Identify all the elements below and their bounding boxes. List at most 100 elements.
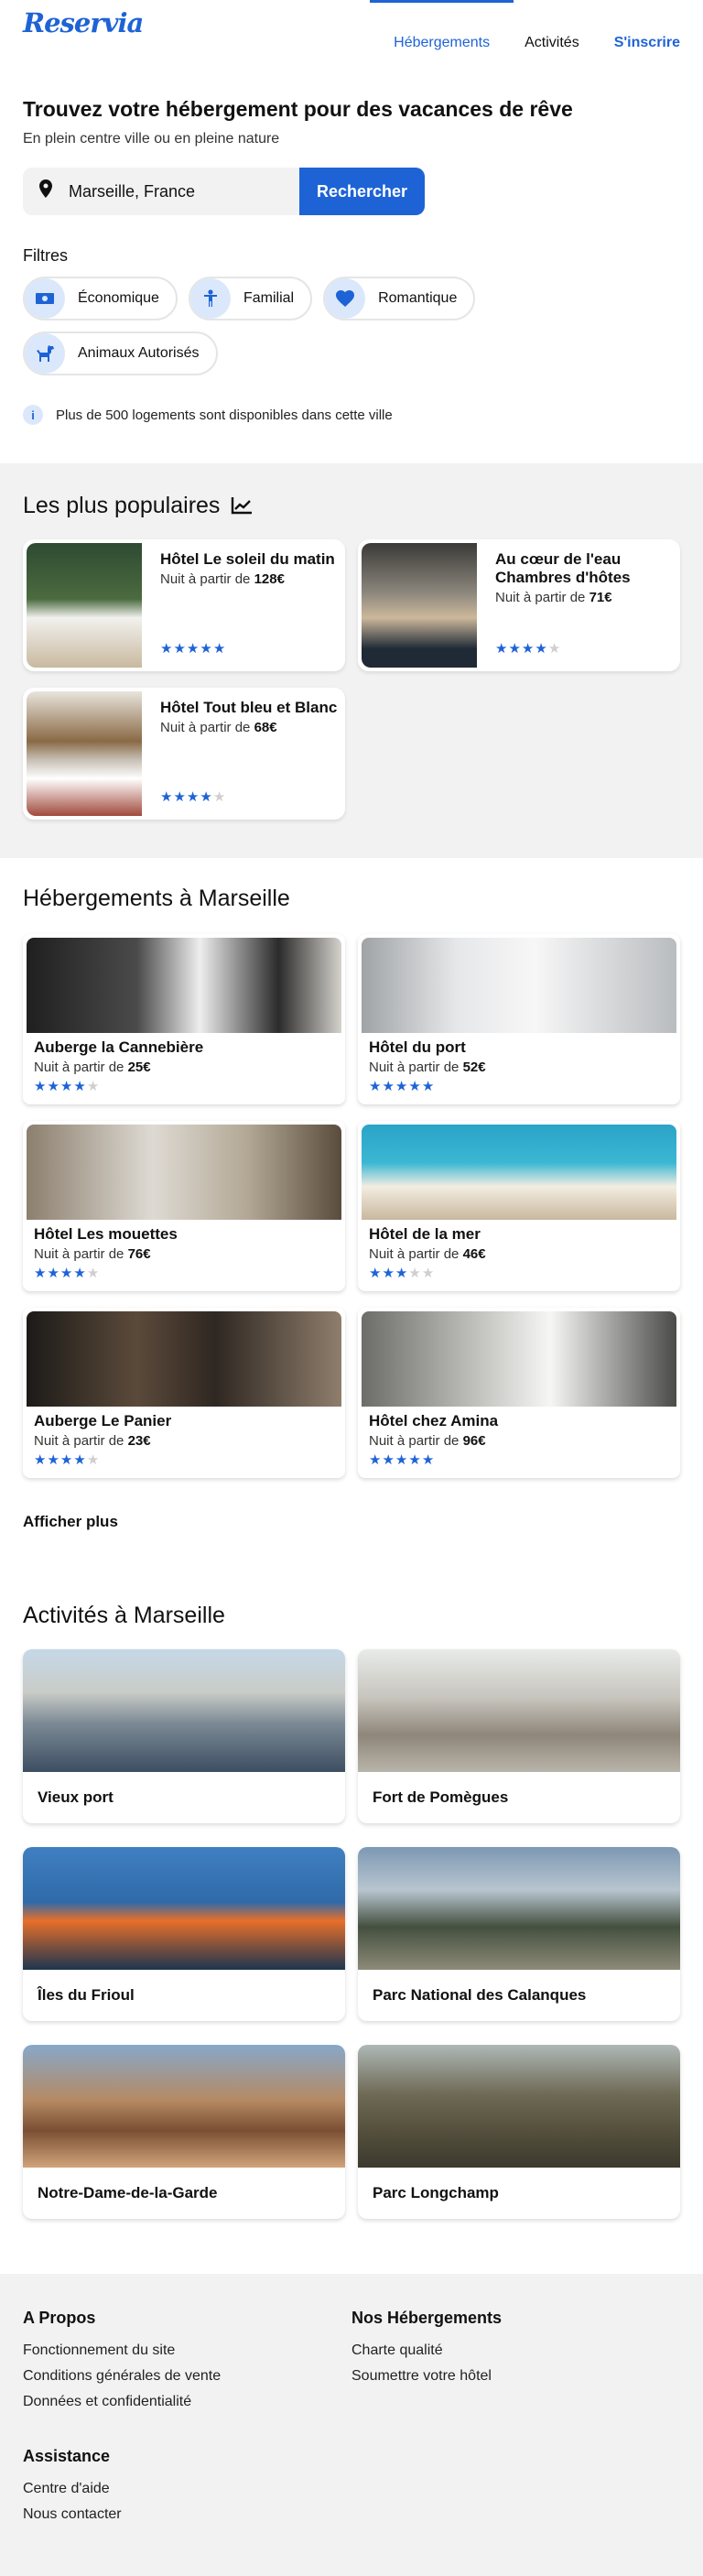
filter-economique[interactable]: Économique	[23, 277, 178, 321]
star-filled-icon: ★	[408, 1079, 422, 1094]
hotel-image	[362, 543, 477, 668]
star-filled-icon: ★	[186, 789, 200, 805]
activity-card[interactable]: Notre-Dame-de-la-Garde	[23, 2045, 345, 2219]
star-empty-icon: ★	[86, 1079, 101, 1094]
activity-card[interactable]: Parc National des Calanques	[358, 1847, 680, 2021]
nav-hebergements[interactable]: Hébergements	[370, 0, 514, 88]
rating-stars: ★★★★★	[160, 788, 226, 805]
rating-stars: ★★★★★	[369, 1265, 676, 1281]
footer-link[interactable]: Données et confidentialité	[23, 2394, 352, 2410]
nav-signup[interactable]: S'inscrire	[614, 0, 680, 88]
popular-card[interactable]: Au cœur de l'eau Chambres d'hôtes Nuit à…	[358, 539, 680, 671]
activity-name: Vieux port	[38, 1788, 114, 1806]
filter-label: Romantique	[378, 290, 458, 306]
lodgings-section: Hébergements à Marseille Auberge la Cann…	[0, 858, 703, 1549]
rating-stars: ★★★★★	[34, 1078, 341, 1094]
hotel-price: Nuit à partir de 71€	[495, 590, 612, 605]
star-filled-icon: ★	[173, 641, 187, 657]
logo[interactable]: Reservia	[23, 7, 144, 38]
lodging-card[interactable]: Hôtel chez Amina Nuit à partir de 96€ ★★…	[358, 1308, 680, 1478]
filter-label: Économique	[78, 290, 159, 306]
activity-card[interactable]: Parc Longchamp	[358, 2045, 680, 2219]
rating-stars: ★★★★★	[495, 640, 561, 657]
lodging-name: Auberge Le Panier	[34, 1412, 172, 1429]
star-empty-icon: ★	[212, 789, 227, 805]
star-filled-icon: ★	[73, 1079, 87, 1094]
activity-name: Parc National des Calanques	[373, 1986, 587, 2004]
location-pin-icon	[23, 179, 69, 203]
footer-link[interactable]: Soumettre votre hôtel	[352, 2368, 680, 2385]
activities-section: Activités à Marseille Vieux port Fort de…	[0, 1549, 703, 2274]
lodging-card[interactable]: Auberge Le Panier Nuit à partir de 23€ ★…	[23, 1308, 345, 1478]
footer-heading: A Propos	[23, 2309, 96, 2327]
activity-card[interactable]: Fort de Pomègues	[358, 1649, 680, 1823]
filter-familial[interactable]: Familial	[188, 277, 313, 321]
lodging-name: Auberge la Cannebière	[34, 1038, 204, 1056]
star-empty-icon: ★	[86, 1266, 101, 1281]
hotel-image	[27, 691, 142, 816]
hotel-price: Nuit à partir de 128€	[160, 571, 285, 587]
footer-link[interactable]: Nous contacter	[23, 2506, 375, 2523]
hotel-price: Nuit à partir de 68€	[160, 720, 277, 735]
footer-link[interactable]: Charte qualité	[352, 2342, 680, 2359]
activity-image	[358, 1649, 680, 1772]
popular-card[interactable]: Hôtel Le soleil du matin Nuit à partir d…	[23, 539, 345, 671]
rating-stars: ★★★★★	[160, 640, 226, 657]
star-filled-icon: ★	[34, 1452, 48, 1468]
lodging-card[interactable]: Hôtel Les mouettes Nuit à partir de 76€ …	[23, 1121, 345, 1291]
star-filled-icon: ★	[47, 1266, 60, 1281]
activity-name: Parc Longchamp	[373, 2184, 499, 2201]
rating-stars: ★★★★★	[34, 1451, 341, 1468]
money-icon	[25, 278, 65, 319]
filter-romantique[interactable]: Romantique	[323, 277, 476, 321]
activity-name: Fort de Pomègues	[373, 1788, 509, 1806]
rating-stars: ★★★★★	[34, 1265, 341, 1281]
filters-title: Filtres	[23, 246, 68, 265]
filter-animaux[interactable]: Animaux Autorisés	[23, 332, 218, 375]
star-empty-icon: ★	[547, 641, 562, 657]
hotel-name: Hôtel Le soleil du matin	[160, 550, 335, 568]
activity-name: Notre-Dame-de-la-Garde	[38, 2184, 218, 2201]
star-filled-icon: ★	[408, 1452, 422, 1468]
footer-link[interactable]: Centre d'aide	[23, 2481, 375, 2497]
search-input[interactable]	[69, 181, 279, 201]
search-field[interactable]	[23, 168, 299, 215]
site-header: Reservia Hébergements Activités S'inscri…	[0, 0, 703, 88]
star-filled-icon: ★	[200, 789, 213, 805]
lodging-card[interactable]: Auberge la Cannebière Nuit à partir de 2…	[23, 934, 345, 1104]
footer-heading: Assistance	[23, 2447, 111, 2465]
star-filled-icon: ★	[395, 1079, 409, 1094]
star-filled-icon: ★	[47, 1452, 60, 1468]
popular-title: Les plus populaires	[23, 493, 680, 519]
popular-card[interactable]: Hôtel Tout bleu et Blanc Nuit à partir d…	[23, 688, 345, 820]
info-icon: i	[23, 405, 43, 425]
nav-activites[interactable]: Activités	[525, 0, 579, 88]
search-button[interactable]: Rechercher	[299, 168, 425, 215]
star-filled-icon: ★	[73, 1266, 87, 1281]
star-filled-icon: ★	[495, 641, 509, 657]
activity-card[interactable]: Vieux port	[23, 1649, 345, 1823]
lodging-image	[27, 938, 341, 1033]
availability-info: i Plus de 500 logements sont disponibles…	[23, 405, 680, 425]
star-filled-icon: ★	[382, 1452, 395, 1468]
star-filled-icon: ★	[535, 641, 548, 657]
star-filled-icon: ★	[160, 641, 174, 657]
lodging-name: Hôtel du port	[369, 1038, 466, 1056]
show-more-link[interactable]: Afficher plus	[23, 1513, 680, 1531]
footer-link[interactable]: Fonctionnement du site	[23, 2342, 352, 2359]
footer-heading: Nos Hébergements	[352, 2309, 503, 2327]
activity-card[interactable]: Îles du Frioul	[23, 1847, 345, 2021]
activity-image	[23, 2045, 345, 2168]
hotel-image	[27, 543, 142, 668]
lodging-card[interactable]: Hôtel du port Nuit à partir de 52€ ★★★★★	[358, 934, 680, 1104]
lodging-card[interactable]: Hôtel de la mer Nuit à partir de 46€ ★★★…	[358, 1121, 680, 1291]
footer-help: Assistance Centre d'aide Nous contacter	[23, 2447, 375, 2523]
star-filled-icon: ★	[73, 1452, 87, 1468]
footer-link[interactable]: Conditions générales de vente	[23, 2368, 352, 2385]
rating-stars: ★★★★★	[369, 1078, 676, 1094]
filter-label: Animaux Autorisés	[78, 345, 200, 361]
star-empty-icon: ★	[86, 1452, 101, 1468]
lodging-image	[27, 1311, 341, 1407]
star-filled-icon: ★	[59, 1452, 74, 1468]
hero-subtitle: En plein centre ville ou en pleine natur…	[23, 131, 280, 147]
